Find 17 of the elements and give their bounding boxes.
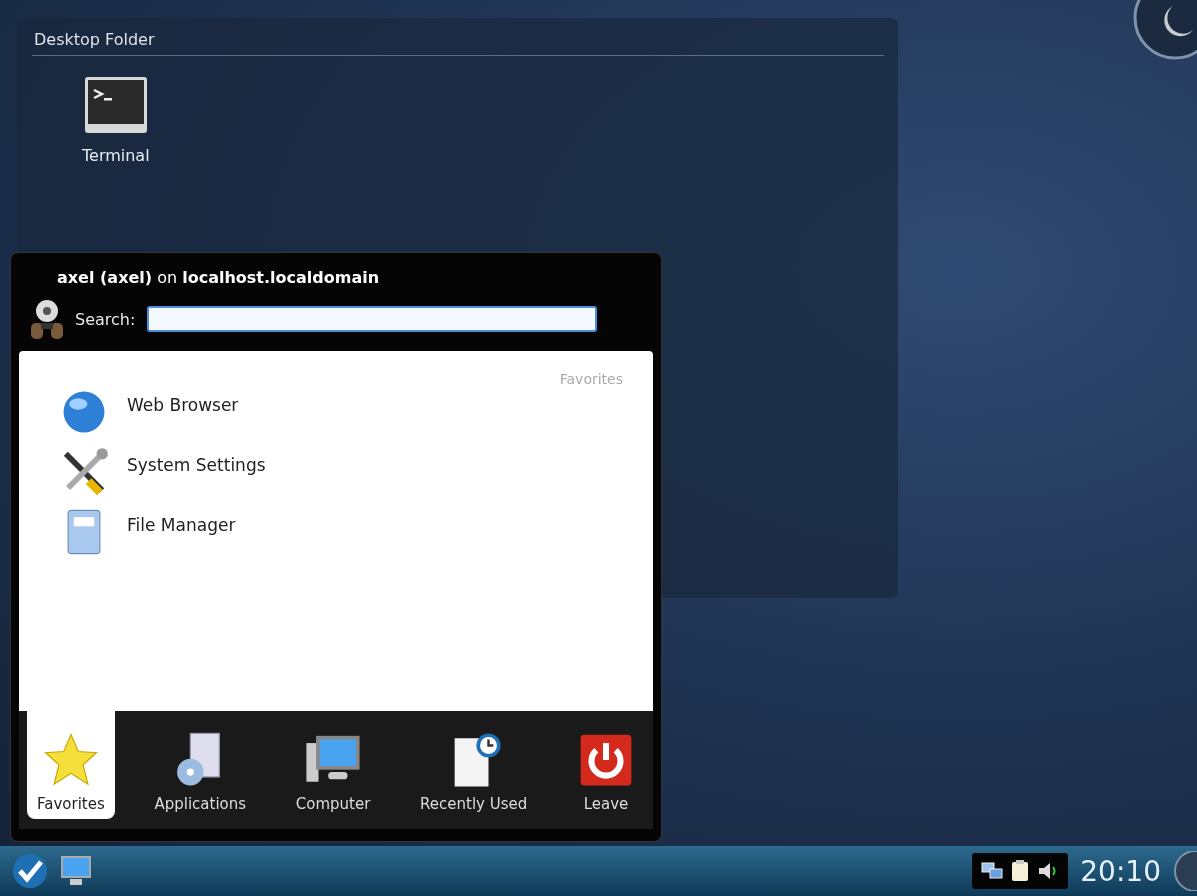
favorite-item[interactable]: Web Browser (59, 387, 239, 447)
section-title: Favorites (559, 371, 623, 387)
launcher-icon[interactable] (10, 851, 50, 891)
menu-tab[interactable]: Applications (144, 711, 257, 819)
menu-tab[interactable]: Computer (285, 711, 381, 819)
terminal-icon[interactable] (83, 76, 148, 134)
clock[interactable]: 20:10 (1080, 854, 1161, 888)
menu-tab[interactable]: Favorites (27, 711, 115, 819)
terminal-label[interactable]: Terminal (82, 146, 150, 165)
favorite-item[interactable]: File Manager (59, 507, 236, 567)
menu-tab[interactable]: Recently Used (410, 711, 538, 819)
folder-title: Desktop Folder (32, 30, 884, 56)
menu-tab[interactable]: Leave (567, 711, 645, 819)
search-field[interactable] (147, 306, 598, 332)
user-host-label: axel (axel) on localhost.localdomain (56, 267, 381, 289)
favorite-item[interactable]: System Settings (59, 447, 266, 507)
search-label: Search: (75, 309, 136, 329)
